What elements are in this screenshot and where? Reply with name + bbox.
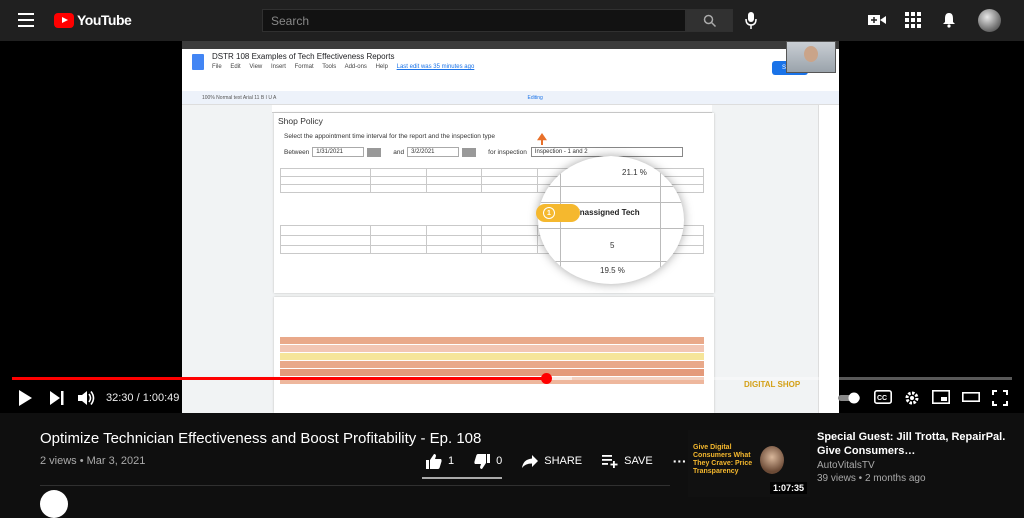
editing-mode: Editing: [527, 95, 543, 101]
top-bar: YouTube Search: [0, 0, 1024, 41]
menu-file: File: [212, 64, 222, 70]
video-player[interactable]: DSTR 108 Examples of Tech Effectiveness …: [0, 41, 1024, 413]
user-avatar[interactable]: [978, 9, 1001, 32]
docs-icon: [192, 54, 204, 70]
last-edit-link: Last edit was 35 minutes ago: [396, 64, 475, 70]
menu-view: View: [249, 64, 263, 70]
recommended-video-title[interactable]: Special Guest: Jill Trotta, RepairPal. G…: [817, 430, 1017, 458]
youtube-logo[interactable]: YouTube: [54, 12, 132, 28]
menu-help: Help: [375, 64, 388, 70]
more-actions-button[interactable]: ···: [673, 453, 687, 469]
menu-edit: Edit: [230, 64, 241, 70]
doc-title: DSTR 108 Examples of Tech Effectiveness …: [212, 52, 395, 61]
between-label: Between: [284, 148, 310, 156]
settings-gear-icon[interactable]: [904, 390, 920, 406]
like-count: 1: [448, 455, 455, 467]
menu-format: Format: [294, 64, 314, 70]
dislike-button[interactable]: 0: [474, 453, 503, 469]
doc-toolbar: 100% Normal text Arial 11 B I U A Editin…: [182, 91, 839, 105]
progress-scrubber[interactable]: [541, 373, 552, 384]
recommended-channel[interactable]: AutoVitalsTV: [817, 460, 875, 471]
video-frame[interactable]: DSTR 108 Examples of Tech Effectiveness …: [182, 41, 839, 413]
date-from-field: 1/31/2021: [312, 147, 365, 157]
zoom-count: 5: [610, 241, 615, 250]
next-icon[interactable]: [50, 390, 64, 406]
thumbs-up-icon: [426, 453, 442, 469]
zoom-percent-top: 21.1 %: [622, 168, 647, 177]
save-button[interactable]: SAVE: [602, 454, 653, 468]
like-button[interactable]: 1: [426, 453, 455, 469]
inspection-label: for inspection: [488, 148, 527, 156]
menu-tools: Tools: [322, 64, 337, 70]
browser-chrome: [182, 41, 839, 49]
video-duration: 1:07:35: [769, 482, 807, 494]
presenter-webcam: [786, 41, 836, 73]
share-button[interactable]: SHARE: [522, 454, 583, 468]
date-to-field: 3/2/2021: [407, 147, 460, 157]
like-ratio-bar: [422, 477, 502, 479]
fullscreen-icon[interactable]: [992, 390, 1008, 406]
zoom-percent-bottom: 19.5 %: [600, 266, 625, 275]
recommended-video-thumbnail[interactable]: Give Digital Consumers What They Crave: …: [688, 430, 810, 497]
calendar-icon: [462, 147, 477, 157]
channel-avatar[interactable]: [40, 490, 68, 518]
microphone-icon[interactable]: [744, 12, 758, 29]
instruction-text: Select the appointment time interval for…: [284, 133, 496, 140]
miniplayer-icon[interactable]: [932, 390, 950, 404]
logo-text: YouTube: [77, 12, 132, 28]
menu-addons: Add-ons: [344, 64, 367, 70]
progress-bar[interactable]: [12, 373, 1012, 384]
volume-icon[interactable]: [78, 390, 96, 406]
captions-icon[interactable]: CC: [874, 390, 892, 404]
filter-row: Between 1/31/2021 and 3/2/2021 for inspe…: [284, 147, 683, 157]
svg-text:CC: CC: [877, 395, 887, 402]
play-icon[interactable]: [18, 390, 32, 406]
notifications-bell-icon[interactable]: [940, 12, 958, 28]
thumbnail-guest-photo: [760, 446, 784, 474]
doc-ruler: [272, 105, 712, 113]
more-icon: ···: [672, 453, 687, 469]
share-label: SHARE: [544, 455, 583, 467]
thumbnail-text: Give Digital Consumers What They Crave: …: [693, 444, 753, 475]
dislike-count: 0: [496, 455, 503, 467]
youtube-logo-icon: [54, 12, 74, 28]
menu-icon[interactable]: [18, 13, 34, 27]
doc-menu: File Edit View Insert Format Tools Add-o…: [212, 64, 481, 70]
search-input[interactable]: Search: [262, 9, 686, 32]
section-title: Shop Policy: [278, 116, 323, 126]
create-video-icon[interactable]: [868, 12, 886, 28]
autoplay-toggle-icon[interactable]: [838, 392, 862, 404]
progress-fill: [12, 377, 546, 380]
callout-number: 1: [543, 207, 555, 219]
and-label: and: [393, 148, 405, 156]
divider: [40, 485, 670, 486]
video-title: Optimize Technician Effectiveness and Bo…: [40, 430, 482, 447]
player-controls: 32:30 / 1:00:49 CC: [0, 373, 1024, 413]
zoom-tech-label: Unassigned Tech: [574, 208, 640, 217]
recommended-meta: 39 views • 2 months ago: [817, 473, 926, 484]
theater-mode-icon[interactable]: [962, 390, 980, 404]
save-label: SAVE: [624, 455, 653, 467]
toolbar-text: 100% Normal text Arial 11 B I U A: [202, 95, 277, 101]
thumbs-down-icon: [474, 453, 491, 469]
menu-insert: Insert: [270, 64, 286, 70]
docs-header: DSTR 108 Examples of Tech Effectiveness …: [182, 49, 839, 91]
apps-grid-icon[interactable]: [904, 12, 922, 28]
video-actions: 1 0 SHARE SAVE ···: [426, 453, 707, 469]
search-button[interactable]: [686, 9, 733, 32]
share-arrow-icon: [522, 454, 539, 468]
time-display: 32:30 / 1:00:49: [106, 392, 180, 404]
docs-side-panel: [818, 105, 839, 413]
video-meta: 2 views • Mar 3, 2021: [40, 455, 146, 467]
calendar-icon: [367, 147, 382, 157]
search-icon: [703, 14, 716, 27]
playlist-add-icon: [602, 454, 618, 468]
